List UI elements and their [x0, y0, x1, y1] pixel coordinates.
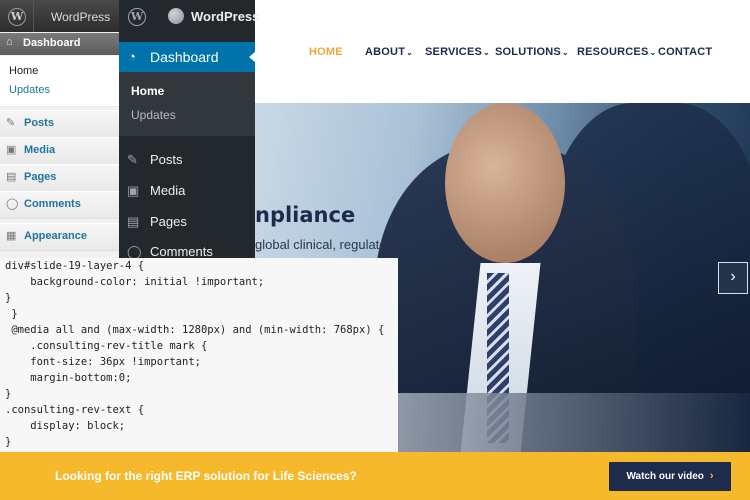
code-line: font-size: 36px !important;	[5, 356, 201, 368]
chevron-down-icon: ⌄	[406, 48, 414, 57]
hero-photo-person-head	[445, 103, 565, 263]
pages-icon: ▤	[127, 214, 140, 229]
code-line: .consulting-rev-text {	[5, 404, 145, 416]
nav-solutions[interactable]: SOLUTIONS⌄	[495, 46, 569, 58]
home-icon: ⌂	[6, 36, 13, 48]
old-submenu-home[interactable]: Home	[9, 65, 38, 77]
cta-text: Looking for the right ERP solution for L…	[55, 469, 357, 483]
new-dashboard-submenu	[119, 72, 255, 136]
pin-icon: ✎	[127, 152, 138, 167]
comments-icon: ◯	[6, 198, 19, 210]
media-icon: ▣	[127, 183, 140, 198]
chevron-down-icon: ⌄	[561, 48, 569, 57]
old-menu-pages-label[interactable]: Pages	[24, 171, 56, 183]
new-site-name[interactable]: WordPress	[191, 9, 259, 24]
watch-video-label: Watch our video	[626, 471, 704, 482]
nav-home[interactable]: HOME	[309, 46, 343, 58]
wordpress-logo-icon[interactable]: W	[128, 8, 146, 26]
new-menu-pages[interactable]: Pages	[150, 214, 187, 229]
chevron-down-icon: ⌄	[483, 48, 490, 57]
nav-resources[interactable]: RESOURCES⌄	[577, 46, 656, 58]
nav-services[interactable]: SERVICES⌄	[425, 46, 490, 58]
active-menu-notch	[249, 51, 256, 63]
nav-contact[interactable]: CONTACT	[658, 46, 712, 58]
globe-icon[interactable]	[168, 8, 184, 24]
old-menu-comments-label[interactable]: Comments	[24, 198, 81, 210]
admin-bar-divider	[33, 0, 34, 32]
code-line: background-color: initial !important;	[5, 276, 265, 288]
new-dashboard-label[interactable]: Dashboard	[150, 49, 219, 65]
code-line: div#slide-19-layer-4 {	[5, 260, 145, 272]
code-line: margin-bottom:0;	[5, 372, 132, 384]
appearance-icon: ▦	[6, 230, 17, 242]
chevron-right-icon: ›	[709, 470, 714, 482]
old-menu-appearance-label[interactable]: Appearance	[24, 230, 87, 242]
code-line: }	[5, 436, 12, 448]
css-code-panel[interactable]: div#slide-19-layer-4 { background-color:…	[0, 258, 398, 452]
code-line: display: block;	[5, 420, 126, 432]
pages-icon: ▤	[6, 171, 17, 183]
new-menu-posts[interactable]: Posts	[150, 152, 183, 167]
media-icon: ▣	[6, 144, 17, 156]
old-menu-media-label[interactable]: Media	[24, 144, 55, 156]
wordpress-logo-icon[interactable]: W	[8, 8, 26, 26]
old-dashboard-label[interactable]: Dashboard	[23, 37, 80, 49]
new-submenu-home[interactable]: Home	[131, 84, 164, 98]
new-menu-media[interactable]: Media	[150, 183, 185, 198]
nav-about[interactable]: ABOUT⌄	[365, 46, 413, 58]
new-submenu-updates[interactable]: Updates	[131, 108, 176, 122]
code-line: @media all and (max-width: 1280px) and (…	[5, 324, 385, 336]
hero-subtitle: global clinical, regulatory,	[255, 237, 400, 252]
watch-video-button[interactable]: Watch our video ›	[609, 462, 731, 491]
code-line: .consulting-rev-title mark {	[5, 340, 208, 352]
old-menu-posts-label[interactable]: Posts	[24, 117, 54, 129]
chevron-down-icon: ⌄	[649, 48, 657, 57]
code-line: }	[5, 308, 18, 320]
new-menu-comments[interactable]: Comments	[150, 244, 213, 259]
pin-icon: ✎	[6, 117, 16, 129]
dashboard-gauge-icon: ◔	[128, 49, 136, 64]
old-site-name[interactable]: WordPress	[51, 10, 110, 24]
slider-next-button[interactable]: ›	[718, 262, 748, 294]
old-submenu-updates[interactable]: Updates	[9, 84, 50, 96]
old-dashboard-submenu	[0, 56, 119, 106]
hero-title: npliance	[255, 203, 356, 227]
code-line: }	[5, 292, 12, 304]
code-line: }	[5, 388, 12, 400]
